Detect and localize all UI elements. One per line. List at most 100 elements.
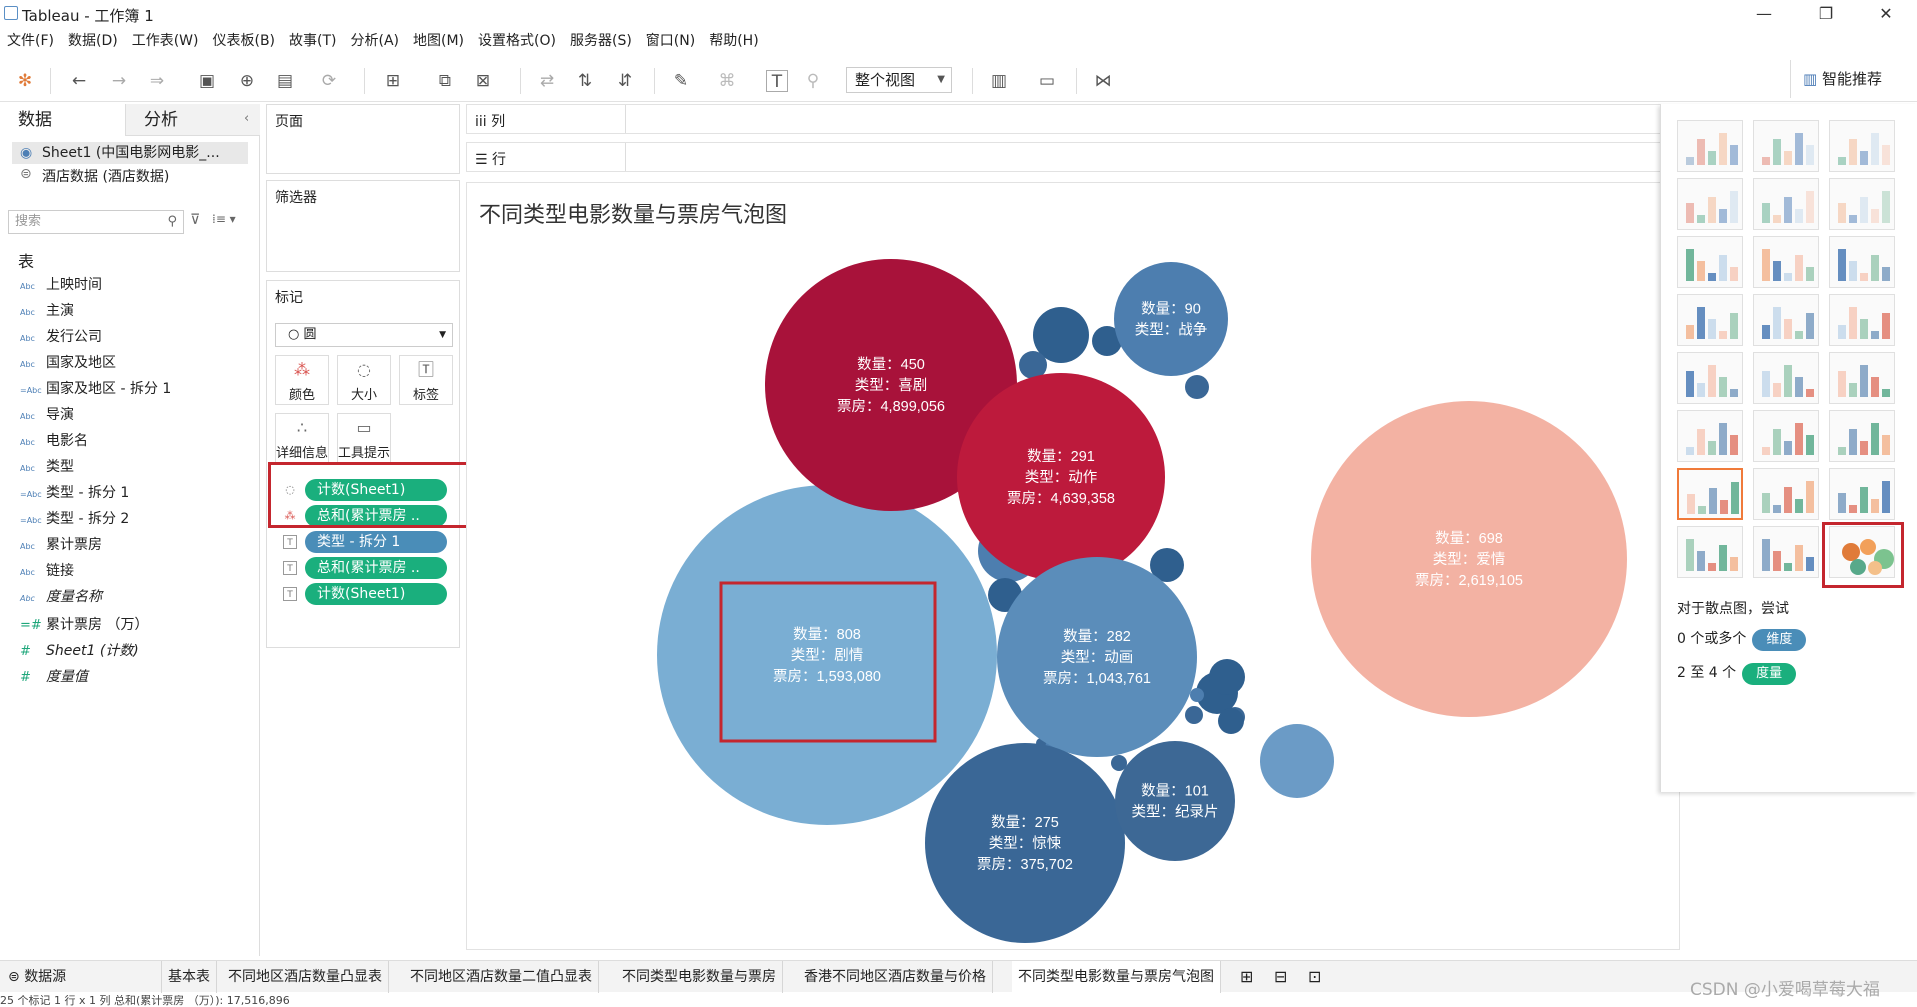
bubble-small[interactable]: [1185, 375, 1209, 399]
sort-asc-icon[interactable]: ⇅: [574, 70, 596, 92]
field-item[interactable]: Abc 电影名: [20, 430, 88, 452]
menu-window[interactable]: 窗口(N): [639, 30, 702, 52]
chart-type-thumbnail-icon[interactable]: [1829, 468, 1895, 520]
chart-type-thumbnail-icon[interactable]: [1829, 120, 1895, 172]
field-item[interactable]: # Sheet1 (计数): [20, 640, 139, 662]
chart-type-thumbnail-icon[interactable]: [1753, 468, 1819, 520]
chart-type-thumbnail-icon[interactable]: [1829, 294, 1895, 346]
tab-datasource[interactable]: ⊜ 数据源: [0, 961, 162, 993]
menu-dashboard[interactable]: 仪表板(B): [205, 30, 282, 52]
maximize-button[interactable]: ❐: [1806, 2, 1846, 26]
menu-worksheet[interactable]: 工作表(W): [125, 30, 206, 52]
pill-label-count[interactable]: 计数(Sheet1): [305, 583, 447, 605]
new-dashboard-icon[interactable]: ⊟: [1268, 961, 1293, 993]
chart-type-thumbnail-icon[interactable]: [1829, 178, 1895, 230]
field-item[interactable]: Abc 导演: [20, 404, 74, 426]
tooltip-button[interactable]: ▭ 工具提示: [337, 413, 391, 463]
bubble-chart[interactable]: 数量：808 类型：剧情票房：1,593,080 数量：698 类型：爱情票房：2,6…: [467, 183, 1679, 949]
field-item[interactable]: =Abc 类型 - 拆分 2: [20, 508, 129, 530]
sheet-tab[interactable]: 不同类型电影数量与票房: [616, 961, 783, 993]
size-button[interactable]: ◌ 大小: [337, 355, 391, 405]
show-labels-icon[interactable]: T: [766, 70, 788, 92]
chart-type-thumbnail-icon[interactable]: [1677, 294, 1743, 346]
datasource-hotel[interactable]: ⊜ 酒店数据 (酒店数据): [12, 166, 169, 186]
bubble-small[interactable]: [1260, 724, 1334, 798]
menu-analysis[interactable]: 分析(A): [344, 30, 407, 52]
datasource-sheet1[interactable]: ◉ Sheet1 (中国电影网电影_...: [12, 142, 248, 164]
close-button[interactable]: ✕: [1866, 2, 1906, 26]
tab-analysis[interactable]: 分析: [126, 104, 260, 136]
field-item[interactable]: Abc 累计票房: [20, 534, 102, 556]
duplicate-sheet-icon[interactable]: ⧉: [434, 70, 456, 92]
menu-map[interactable]: 地图(M): [406, 30, 471, 52]
chart-type-thumbnail-icon[interactable]: [1677, 468, 1743, 520]
field-item[interactable]: # 度量值: [20, 666, 88, 688]
pause-updates-icon[interactable]: ▤: [274, 70, 296, 92]
save-icon[interactable]: ▣: [196, 70, 218, 92]
pin-icon[interactable]: ⚲: [802, 70, 824, 92]
new-datasource-icon[interactable]: ⊕: [236, 70, 258, 92]
chart-type-thumbnail-icon[interactable]: [1753, 178, 1819, 230]
menu-file[interactable]: 文件(F): [0, 30, 61, 52]
chart-type-thumbnail-icon[interactable]: [1677, 178, 1743, 230]
field-item[interactable]: Abc 链接: [20, 560, 74, 582]
sheet-tab[interactable]: 基本表: [162, 961, 217, 993]
field-item[interactable]: Abc 类型: [20, 456, 74, 478]
detail-button[interactable]: ∴ 详细信息: [275, 413, 329, 463]
pages-card[interactable]: 页面: [266, 104, 460, 174]
minimize-button[interactable]: —: [1744, 2, 1784, 26]
bubble-纪录片[interactable]: [1115, 741, 1235, 861]
undo-icon[interactable]: ←: [68, 70, 90, 92]
new-story-icon[interactable]: ⊡: [1302, 961, 1327, 993]
color-button[interactable]: ⁂ 颜色: [275, 355, 329, 405]
field-item[interactable]: Abc 度量名称: [20, 586, 102, 608]
bubble-small[interactable]: [1185, 706, 1203, 724]
chart-type-thumbnail-icon[interactable]: [1677, 526, 1743, 578]
field-item[interactable]: Abc 上映时间: [20, 274, 102, 296]
highlight-icon[interactable]: ✎: [670, 70, 692, 92]
bubble-small[interactable]: [1218, 708, 1244, 734]
pill-label-genre[interactable]: 类型 - 拆分 1: [305, 531, 447, 553]
menu-help[interactable]: 帮助(H): [702, 30, 765, 52]
chart-type-thumbnail-icon[interactable]: [1753, 236, 1819, 288]
sheet-tab[interactable]: 不同地区酒店数量凸显表: [222, 961, 389, 993]
view-options-icon[interactable]: ⁞≡ ▾: [212, 212, 236, 226]
worksheet-view[interactable]: 不同类型电影数量与票房气泡图 数量：808 类型：剧情 票房：1,593,080 数量…: [466, 182, 1680, 950]
filters-card[interactable]: 筛选器: [266, 180, 460, 272]
chart-type-thumbnail-icon[interactable]: [1677, 410, 1743, 462]
field-search-input[interactable]: 搜索 ⚲: [8, 210, 184, 234]
tableau-logo-icon[interactable]: ✻: [14, 70, 36, 92]
sheet-tab[interactable]: 不同地区酒店数量二值凸显表: [404, 961, 599, 993]
presentation-icon[interactable]: ▭: [1036, 70, 1058, 92]
swap-icon[interactable]: ⇄: [536, 70, 558, 92]
fit-view-select[interactable]: 整个视图 ▼: [846, 67, 952, 93]
redo-icon[interactable]: →: [108, 70, 130, 92]
field-item[interactable]: =# 累计票房 （万）: [20, 614, 148, 636]
bubble-small[interactable]: [1209, 659, 1245, 695]
tab-data[interactable]: 数据: [0, 104, 126, 136]
chart-type-thumbnail-icon[interactable]: [1753, 352, 1819, 404]
chart-type-thumbnail-icon[interactable]: [1677, 352, 1743, 404]
bubble-small[interactable]: [1190, 688, 1204, 702]
chart-type-thumbnail-icon[interactable]: [1753, 120, 1819, 172]
show-cards-icon[interactable]: ▥: [988, 70, 1010, 92]
field-item[interactable]: =Abc 国家及地区 - 拆分 1: [20, 378, 171, 400]
field-item[interactable]: Abc 发行公司: [20, 326, 102, 348]
filter-fields-icon[interactable]: ⊽: [190, 212, 200, 228]
chart-type-thumbnail-icon[interactable]: [1829, 236, 1895, 288]
columns-shelf[interactable]: iii 列: [466, 104, 1680, 134]
menu-data[interactable]: 数据(D): [61, 30, 125, 52]
group-icon[interactable]: ⌘: [716, 70, 738, 92]
collapse-pane-icon[interactable]: ‹: [244, 111, 249, 126]
chart-type-thumbnail-icon[interactable]: [1829, 352, 1895, 404]
new-worksheet-icon[interactable]: ⊞: [382, 70, 404, 92]
menu-format[interactable]: 设置格式(O): [471, 30, 563, 52]
mark-type-select[interactable]: ○ 圆 ▼: [275, 323, 453, 347]
label-button[interactable]: 🅃 标签: [399, 355, 453, 405]
show-me-button[interactable]: ▥ 智能推荐: [1790, 60, 1917, 98]
chart-type-thumbnail-icon[interactable]: [1677, 236, 1743, 288]
sheet-tab[interactable]: 香港不同地区酒店数量与价格: [798, 961, 993, 993]
field-item[interactable]: Abc 国家及地区: [20, 352, 116, 374]
chart-type-thumbnail-icon[interactable]: [1753, 410, 1819, 462]
field-item[interactable]: =Abc 类型 - 拆分 1: [20, 482, 129, 504]
